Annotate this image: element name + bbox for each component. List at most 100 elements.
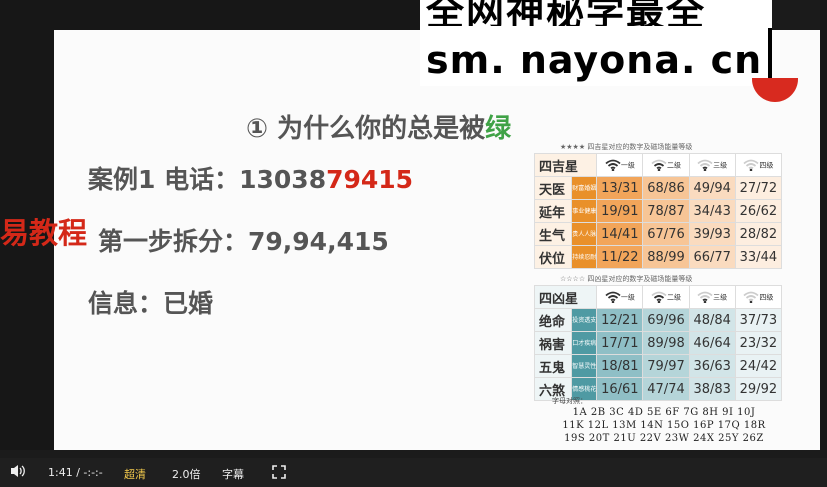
number-pair-cell: 23/32 <box>734 331 783 355</box>
video-right-border <box>820 0 827 458</box>
star-meaning: 贵人人脉 <box>571 222 598 246</box>
table-row: 延年 事业健康 19/91 78/87 34/43 26/62 <box>533 199 783 223</box>
bad-star-table: 四凶星 一级 二级 三级 四级 绝命 投资透支 12/21 69/96 48/84 37/73 祸害口… <box>533 285 783 401</box>
star-meaning: 投资透支 <box>571 308 598 332</box>
letter-map-label: 字母对照： <box>552 397 587 405</box>
step-line: 第一步拆分：79,94,415 <box>98 227 389 256</box>
star-meaning: 事业健康 <box>571 199 598 223</box>
fullscreen-icon[interactable] <box>272 465 286 482</box>
star-name: 伏位 <box>533 245 573 269</box>
signal-icon <box>605 159 621 171</box>
case-label: 案例1 电话： <box>88 165 240 194</box>
speed-button[interactable]: 2.0倍 <box>172 466 201 482</box>
level-label: 二级 <box>667 293 681 301</box>
star-meaning: 口才疾病 <box>571 331 598 355</box>
good-star-table: 四吉星 一级 二级 三级 四级 天医 财富婚姻 13/31 68/86 49/94 27/72 延年事… <box>533 153 783 269</box>
case-number-plain: 13038 <box>239 165 327 194</box>
number-pair-cell: 79/97 <box>642 354 690 378</box>
watermark-line2: sm. nayona. cn <box>426 38 763 82</box>
signal-icon <box>651 291 667 303</box>
signal-icon <box>697 159 713 171</box>
table-row: 天医 财富婚姻 13/31 68/86 49/94 27/72 <box>533 176 783 200</box>
number-pair-cell: 33/44 <box>734 245 783 269</box>
number-pair-cell: 12/21 <box>596 308 644 332</box>
subtitle-button[interactable]: 字幕 <box>222 466 244 482</box>
number-pair-cell: 24/42 <box>734 354 783 378</box>
star-name: 祸害 <box>533 331 573 355</box>
video-top-border <box>0 0 420 30</box>
left-overlay-tag: 易教程 <box>0 216 88 250</box>
number-pair-cell: 26/62 <box>734 199 783 223</box>
table-row: 祸害 口才疾病 17/71 89/98 46/64 23/32 <box>533 331 783 355</box>
slide-title-highlight: 绿 <box>485 114 512 144</box>
number-pair-cell: 37/73 <box>734 308 783 332</box>
level-header: 三级 <box>688 285 736 309</box>
number-pair-cell: 66/77 <box>688 245 736 269</box>
number-pair-cell: 27/72 <box>734 176 783 200</box>
level-header: 一级 <box>596 285 644 309</box>
star-name: 天医 <box>533 176 573 200</box>
watermark-line1: 全网神秘学最全 <box>426 0 707 26</box>
case-line: 案例1 电话：1303879415 <box>88 160 413 196</box>
number-pair-cell: 49/94 <box>688 176 736 200</box>
letter-row: 11K 12L 13M 14N 15O 16P 17Q 18R <box>562 420 766 431</box>
number-pair-cell: 46/64 <box>688 331 736 355</box>
info-line: 信息：已婚 <box>88 289 214 318</box>
star-name: 延年 <box>533 199 573 223</box>
number-pair-cell: 69/96 <box>642 308 690 332</box>
level-label: 二级 <box>667 161 681 169</box>
number-pair-cell: 18/81 <box>596 354 644 378</box>
level-label: 三级 <box>713 293 728 301</box>
player-controls: 1:41 / -:-:- 超清 2.0倍 字幕 <box>0 458 827 487</box>
table-header-label: 四凶星 <box>533 285 598 309</box>
number-pair-cell: 19/91 <box>596 199 644 223</box>
speaker-icon[interactable] <box>10 464 26 481</box>
level-header: 四级 <box>734 285 783 309</box>
level-label: 四级 <box>759 293 774 301</box>
level-header: 一级 <box>596 153 644 177</box>
star-name: 五鬼 <box>533 354 573 378</box>
table-row: 五鬼 智慧灵性 18/81 79/97 36/63 24/42 <box>533 354 783 378</box>
quality-button[interactable]: 超清 <box>124 466 146 482</box>
number-pair-cell: 36/63 <box>688 354 736 378</box>
number-pair-cell: 14/41 <box>596 222 644 246</box>
number-pair-cell: 68/86 <box>642 176 690 200</box>
signal-icon <box>605 291 621 303</box>
level-header: 二级 <box>642 153 690 177</box>
table-row: 生气 贵人人脉 14/41 67/76 39/93 28/82 <box>533 222 783 246</box>
letter-row: 19S 20T 21U 22V 23W 24X 25Y 26Z <box>564 433 764 444</box>
number-pair-cell: 13/31 <box>596 176 644 200</box>
table-row: 绝命 投资透支 12/21 69/96 48/84 37/73 <box>533 308 783 332</box>
bad-table-caption: ☆☆☆☆ 四凶星对应的数字及磁场能量等级 <box>560 275 693 283</box>
number-pair-cell: 11/22 <box>596 245 644 269</box>
signal-icon <box>743 159 759 171</box>
star-meaning: 持续忍耐 <box>571 245 598 269</box>
level-header: 二级 <box>642 285 690 309</box>
number-pair-cell: 17/71 <box>596 331 644 355</box>
signal-icon <box>743 291 759 303</box>
table-row: 伏位 持续忍耐 11/22 88/99 66/77 33/44 <box>533 245 783 269</box>
star-meaning: 财富婚姻 <box>571 176 598 200</box>
time-display: 1:41 / -:-:- <box>48 466 103 479</box>
signal-icon <box>651 159 667 171</box>
star-name: 生气 <box>533 222 573 246</box>
level-header: 四级 <box>734 153 783 177</box>
progress-bar[interactable] <box>0 450 827 458</box>
number-pair-cell: 88/99 <box>642 245 690 269</box>
letter-map: 字母对照： 1A 2B 3C 4D 5E 6F 7G 8H 9I 10J 11K… <box>548 396 780 445</box>
number-pair-cell: 89/98 <box>642 331 690 355</box>
number-pair-cell: 48/84 <box>688 308 736 332</box>
good-table-caption: ★★★★ 四吉星对应的数字及磁场能量等级 <box>560 143 693 151</box>
number-pair-cell: 78/87 <box>642 199 690 223</box>
signal-icon <box>697 291 713 303</box>
number-pair-cell: 39/93 <box>688 222 736 246</box>
level-label: 一级 <box>620 293 635 301</box>
letter-row: 1A 2B 3C 4D 5E 6F 7G 8H 9I 10J <box>572 407 756 418</box>
number-pair-cell: 28/82 <box>734 222 783 246</box>
star-meaning: 智慧灵性 <box>571 354 598 378</box>
level-label: 四级 <box>759 161 774 169</box>
level-label: 一级 <box>620 161 635 169</box>
case-number-red: 79415 <box>326 165 414 194</box>
level-header: 三级 <box>688 153 736 177</box>
star-name: 绝命 <box>533 308 573 332</box>
